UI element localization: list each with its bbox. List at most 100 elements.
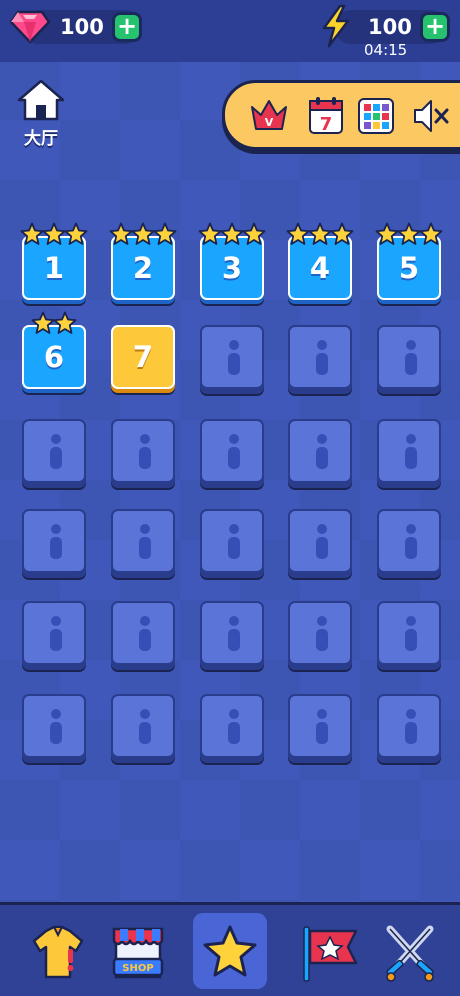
level-tile-locked[interactable] xyxy=(111,419,175,483)
level-tile-locked[interactable] xyxy=(111,509,175,573)
lock-icon xyxy=(228,340,240,376)
level-tile-locked[interactable] xyxy=(111,694,175,758)
level-tile-locked[interactable] xyxy=(111,601,175,665)
flag-icon[interactable] xyxy=(300,919,360,985)
lock-icon xyxy=(139,709,151,745)
lock-icon xyxy=(50,434,62,470)
lock-icon xyxy=(316,340,328,376)
swords-icon[interactable] xyxy=(380,919,440,985)
level-tile-locked[interactable] xyxy=(288,419,352,483)
level-number: 6 xyxy=(43,340,65,374)
bottom-nav: SHOP xyxy=(0,902,460,996)
level-number: 3 xyxy=(221,251,243,285)
shop-label: SHOP xyxy=(122,963,153,974)
lock-icon xyxy=(228,616,240,652)
lock-icon xyxy=(50,616,62,652)
star-icon xyxy=(42,222,66,246)
level-tile-locked[interactable] xyxy=(288,509,352,573)
level-tile-locked[interactable] xyxy=(288,325,352,389)
star-icon xyxy=(220,222,244,246)
level-stars xyxy=(375,222,443,246)
lock-icon xyxy=(405,616,417,652)
star-icon xyxy=(31,311,55,335)
lock-icon xyxy=(139,434,151,470)
star-icon xyxy=(53,311,77,335)
level-number: 2 xyxy=(132,251,154,285)
level-stars xyxy=(31,311,77,335)
star-icon xyxy=(153,222,177,246)
level-tile-locked[interactable] xyxy=(22,601,86,665)
star-nav-icon[interactable] xyxy=(200,921,260,987)
sound-muted-icon[interactable] xyxy=(411,95,451,137)
star-icon xyxy=(330,222,354,246)
star-icon xyxy=(397,222,421,246)
puzzle-grid-icon[interactable] xyxy=(356,95,396,137)
lock-icon xyxy=(316,434,328,470)
shop-icon[interactable]: SHOP xyxy=(108,919,168,985)
level-tile-locked[interactable] xyxy=(22,419,86,483)
home-label: 大厅 xyxy=(24,129,58,149)
lock-icon xyxy=(139,616,151,652)
lock-icon xyxy=(405,524,417,560)
level-tile-locked[interactable] xyxy=(377,509,441,573)
level-tile-locked[interactable] xyxy=(200,325,264,389)
lock-icon xyxy=(405,709,417,745)
star-icon xyxy=(20,222,44,246)
vip-label: V xyxy=(265,116,274,129)
level-stars xyxy=(109,222,177,246)
energy-count: 100 xyxy=(368,15,412,39)
calendar-day: 7 xyxy=(320,114,333,135)
add-energy-button[interactable]: + xyxy=(420,12,450,42)
star-icon xyxy=(64,222,88,246)
lock-icon xyxy=(316,524,328,560)
level-number: 1 xyxy=(43,251,65,285)
level-stars xyxy=(198,222,266,246)
lock-icon xyxy=(316,616,328,652)
star-icon xyxy=(308,222,332,246)
lock-icon xyxy=(405,340,417,376)
level-tile-locked[interactable] xyxy=(200,509,264,573)
home-button[interactable]: 大厅 xyxy=(16,78,66,149)
level-tile-locked[interactable] xyxy=(22,694,86,758)
level-tile-locked[interactable] xyxy=(377,601,441,665)
home-icon xyxy=(17,79,65,121)
level-number: 5 xyxy=(398,251,420,285)
lock-icon xyxy=(228,709,240,745)
lock-icon xyxy=(405,434,417,470)
lightning-icon xyxy=(322,4,350,48)
star-icon xyxy=(242,222,266,246)
feature-panel: V 7 xyxy=(222,80,460,150)
energy-timer: 04:15 xyxy=(364,41,408,59)
lock-icon xyxy=(139,524,151,560)
shirt-icon[interactable] xyxy=(28,919,88,985)
level-tile-locked[interactable] xyxy=(377,694,441,758)
level-tile-locked[interactable] xyxy=(200,419,264,483)
lock-icon xyxy=(50,524,62,560)
gem-count: 100 xyxy=(60,15,104,39)
level-number: 7 xyxy=(132,340,154,374)
star-icon xyxy=(109,222,133,246)
vip-crown-icon[interactable]: V xyxy=(249,95,289,137)
lock-icon xyxy=(316,709,328,745)
star-icon xyxy=(131,222,155,246)
lock-icon xyxy=(228,434,240,470)
star-icon xyxy=(375,222,399,246)
gem-icon xyxy=(10,10,50,44)
level-tile-locked[interactable] xyxy=(288,601,352,665)
add-gems-button[interactable]: + xyxy=(112,12,142,42)
calendar-icon[interactable]: 7 xyxy=(306,95,346,137)
level-tile-locked[interactable] xyxy=(377,419,441,483)
level-tile-locked[interactable] xyxy=(288,694,352,758)
level-tile-locked[interactable] xyxy=(200,694,264,758)
level-tile-locked[interactable] xyxy=(22,509,86,573)
lock-icon xyxy=(50,709,62,745)
level-tile-locked[interactable] xyxy=(200,601,264,665)
top-bar: 100 + 100 + 04:15 xyxy=(0,0,460,62)
level-number: 4 xyxy=(309,251,331,285)
star-icon xyxy=(419,222,443,246)
level-stars xyxy=(20,222,88,246)
level-stars xyxy=(286,222,354,246)
level-tile-current[interactable]: 7 xyxy=(111,325,175,389)
level-tile-locked[interactable] xyxy=(377,325,441,389)
star-icon xyxy=(286,222,310,246)
